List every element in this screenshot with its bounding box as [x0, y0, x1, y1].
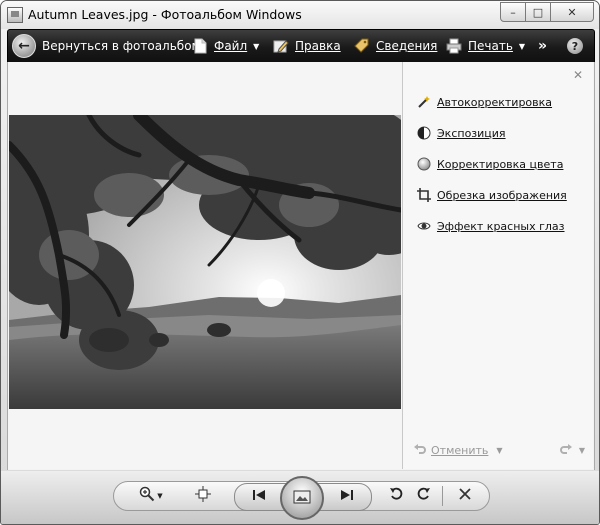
app-icon — [7, 7, 23, 23]
actual-size-icon — [195, 486, 211, 506]
chevron-down-icon: ▼ — [518, 41, 526, 51]
actual-size-button[interactable] — [192, 486, 214, 506]
color-balance-icon — [417, 157, 431, 171]
fix-panel: ✕ Автокорректировка Экспозиция Корректир… — [403, 62, 593, 469]
fix-red-eye-label: Эффект красных глаз — [437, 219, 565, 233]
chevron-down-icon[interactable]: ▼ — [579, 446, 585, 455]
title-bar[interactable]: Autumn Leaves.jpg - Фотоальбом Windows –… — [1, 1, 599, 29]
file-menu[interactable]: Файл ▼ — [192, 30, 259, 62]
info-button[interactable]: Сведения — [354, 30, 437, 62]
delete-button[interactable] — [454, 486, 476, 506]
fix-auto-adjust[interactable]: Автокорректировка — [417, 92, 552, 112]
main-content: ✕ Автокорректировка Экспозиция Корректир… — [7, 62, 595, 470]
close-panel-icon[interactable]: ✕ — [573, 68, 583, 82]
previous-icon — [252, 489, 266, 505]
navigation-bar: ▼ — [1, 471, 599, 524]
info-tag-icon — [354, 38, 370, 54]
fix-auto-adjust-label: Автокорректировка — [437, 95, 553, 109]
window-controls: – □ ✕ — [500, 2, 594, 22]
file-label: Файл — [214, 39, 248, 53]
undo-label: Отменить — [431, 444, 489, 457]
edit-icon — [273, 38, 289, 54]
rotate-right-icon — [417, 487, 431, 505]
redo-icon — [559, 442, 573, 459]
edit-button[interactable]: Правка — [273, 30, 341, 62]
printer-icon — [446, 38, 462, 54]
info-label: Сведения — [376, 39, 438, 53]
next-icon — [340, 489, 354, 505]
magic-wand-icon — [417, 95, 431, 109]
next-button[interactable] — [335, 487, 359, 507]
slideshow-icon — [293, 490, 311, 507]
navigation-controls: ▼ — [113, 476, 490, 520]
back-to-gallery-button[interactable]: ← Вернуться в фотоальбом — [12, 30, 201, 62]
fix-color-label: Корректировка цвета — [437, 157, 564, 171]
help-icon: ? — [567, 38, 583, 54]
divider — [442, 486, 443, 506]
rotate-left-icon — [389, 487, 403, 505]
rotate-right-button[interactable] — [414, 486, 434, 506]
fix-red-eye[interactable]: Эффект красных глаз — [417, 216, 565, 236]
fix-exposure-label: Экспозиция — [437, 126, 506, 140]
back-arrow-icon: ← — [12, 34, 36, 58]
red-eye-icon — [417, 219, 431, 233]
command-toolbar: ← Вернуться в фотоальбом Файл ▼ Правка С… — [7, 29, 595, 63]
rotate-left-button[interactable] — [386, 486, 406, 506]
more-commands-button[interactable]: » — [538, 30, 547, 62]
tree-over-meadow-photo — [9, 115, 401, 409]
undo-icon — [413, 442, 427, 459]
previous-button[interactable] — [247, 487, 271, 507]
chevron-down-icon: ▼ — [253, 41, 260, 51]
close-button[interactable]: ✕ — [551, 2, 594, 22]
delete-icon — [458, 487, 472, 505]
exposure-icon — [417, 126, 431, 140]
fix-color[interactable]: Корректировка цвета — [417, 154, 563, 174]
zoom-button[interactable]: ▼ — [136, 486, 166, 506]
chevron-down-icon[interactable]: ▼ — [496, 446, 502, 455]
print-label: Печать — [468, 39, 513, 53]
window-title: Autumn Leaves.jpg - Фотоальбом Windows — [28, 7, 302, 22]
crop-icon — [417, 188, 431, 202]
undo-button[interactable]: Отменить ▼ — [413, 442, 503, 459]
file-icon — [192, 38, 208, 54]
fix-crop-label: Обрезка изображения — [437, 188, 567, 202]
zoom-icon — [139, 486, 155, 506]
redo-button[interactable]: ▼ — [559, 442, 585, 459]
fix-crop[interactable]: Обрезка изображения — [417, 185, 567, 205]
maximize-button[interactable]: □ — [526, 2, 551, 22]
edit-label: Правка — [295, 39, 341, 53]
back-label: Вернуться в фотоальбом — [42, 39, 201, 53]
chevron-down-icon: ▼ — [157, 492, 163, 500]
fix-exposure[interactable]: Экспозиция — [417, 123, 506, 143]
help-button[interactable]: ? — [567, 30, 583, 62]
slideshow-button[interactable] — [280, 476, 324, 520]
photo-viewer[interactable] — [8, 62, 403, 469]
photo-gallery-window: Autumn Leaves.jpg - Фотоальбом Windows –… — [0, 0, 600, 525]
print-menu[interactable]: Печать ▼ — [446, 30, 525, 62]
minimize-button[interactable]: – — [500, 2, 526, 22]
